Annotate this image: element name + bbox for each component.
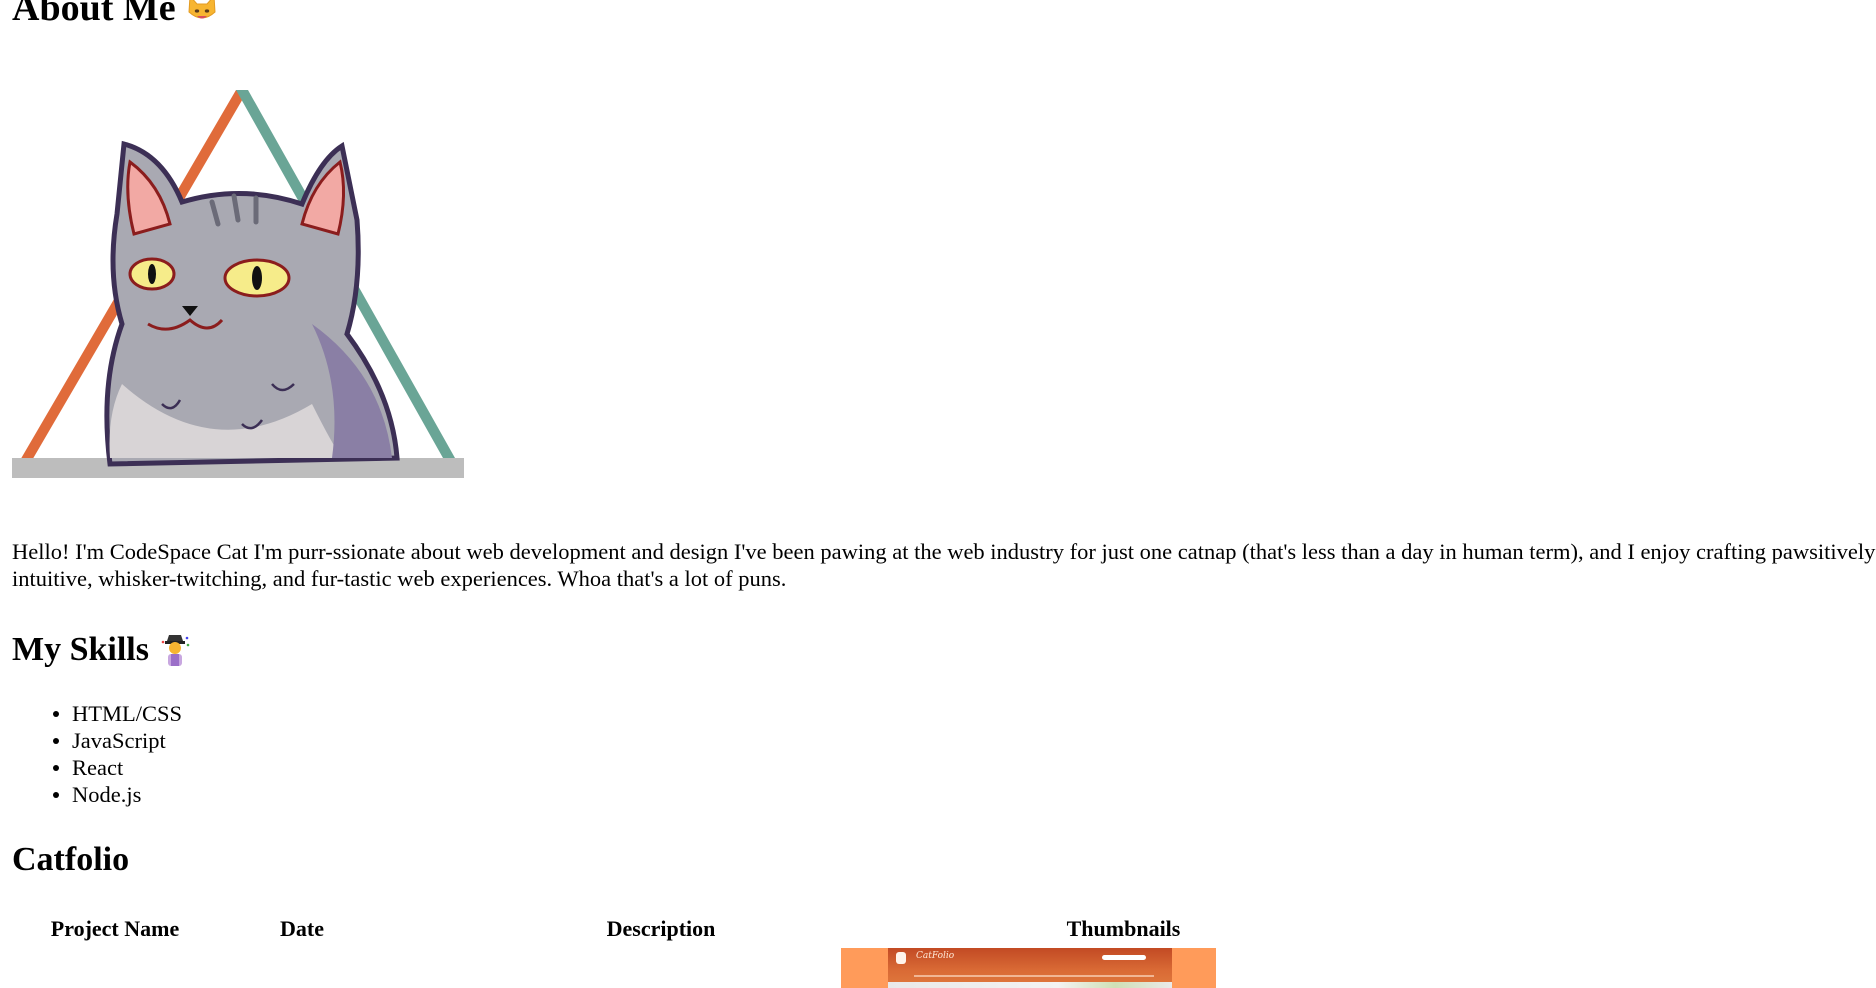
thumbnail-screenshot: CatFolio (888, 948, 1172, 988)
skill-item: HTML/CSS (52, 701, 183, 726)
project-thumbnail[interactable]: CatFolio (841, 948, 1216, 988)
skill-item: Node.js (52, 781, 182, 808)
about-title: About Me (12, 0, 176, 29)
catfolio-table: Project Name Date Description Thumbnails (12, 914, 1311, 944)
thumbnail-content-strip (888, 982, 1172, 988)
thumbnail-logo-icon (896, 952, 906, 964)
skill-item: JavaScript (52, 727, 182, 754)
about-heading: About Me (12, 0, 220, 30)
table-header-row: Project Name Date Description Thumbnails (12, 914, 1311, 944)
column-header-date: Date (280, 916, 324, 941)
codespace-cat-image (12, 90, 464, 478)
thumbnail-nav-bar (914, 975, 1154, 977)
cat-face-icon (188, 0, 216, 19)
skills-heading: My Skills (12, 630, 193, 670)
page: About Me Hello! I'm CodeSpace Cat I'm pu… (0, 0, 1876, 988)
column-header-project-name: Project Name (50, 916, 180, 941)
intro-paragraph: Hello! I'm CodeSpace Cat I'm purr-ssiona… (12, 539, 1876, 591)
skills-title: My Skills (12, 631, 149, 668)
catfolio-heading: Catfolio (12, 841, 130, 878)
thumbnail-search-bar (1102, 955, 1146, 960)
skills-list: HTML/CSS JavaScript React Node.js (52, 700, 183, 808)
column-header-thumbnails: Thumbnails (1066, 916, 1181, 941)
skill-item: React (52, 754, 182, 781)
cat-person-emoji-icon (161, 635, 190, 666)
column-header-description: Description (606, 916, 716, 941)
thumbnail-brand: CatFolio (916, 951, 955, 961)
